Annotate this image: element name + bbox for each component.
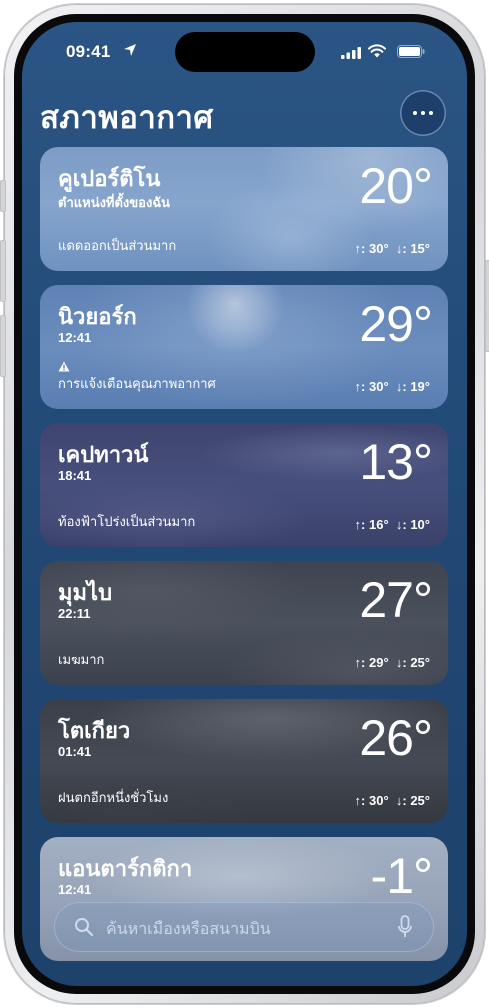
high-low-temperature: ↑: 30° ↓: 25° <box>355 793 430 808</box>
high-low-temperature: ↑: 30° ↓: 19° <box>355 379 430 394</box>
high-temp: ↑: 30° <box>354 241 389 256</box>
city-card-mumbai[interactable]: มุมไบ 22:11 27° เมฆมาก ↑: 29° ↓: 25° <box>40 561 448 685</box>
more-options-button[interactable] <box>400 90 446 136</box>
high-temp: ↑: 30° <box>354 793 389 808</box>
high-temp: ↑: 16° <box>354 517 389 532</box>
high-temp: ↑: 30° <box>354 379 389 394</box>
weather-app-screen: 09:41 สภาพอากาศ คูเปอร์ติโน ตำแหน่งที่ตั… <box>22 22 467 986</box>
ellipsis-icon-dot <box>429 111 433 115</box>
ellipsis-icon-dot <box>421 111 425 115</box>
status-bar: 09:41 <box>22 22 467 78</box>
dynamic-island <box>175 32 315 72</box>
wifi-icon <box>368 44 386 58</box>
weather-condition: แดดออกเป็นส่วนมาก <box>58 238 177 253</box>
city-subtitle: 12:41 <box>58 330 92 345</box>
high-temp: ↑: 29° <box>354 655 389 670</box>
current-temperature: 27° <box>359 572 433 628</box>
current-temperature: 26° <box>359 710 433 766</box>
volume-up-button <box>0 240 6 302</box>
city-card-cape-town[interactable]: เคปทาวน์ 18:41 13° ท้องฟ้าโปร่งเป็นส่วนม… <box>40 423 448 547</box>
city-subtitle: 12:41 <box>58 882 92 897</box>
low-temp: ↓: 25° <box>395 655 430 670</box>
city-card-new-york[interactable]: นิวยอร์ก 12:41 29° การแจ้งเตือนคุณภาพอาก… <box>40 285 448 409</box>
location-arrow-icon <box>124 44 136 56</box>
warning-triangle-icon <box>58 361 70 372</box>
city-card-cupertino[interactable]: คูเปอร์ติโน ตำแหน่งที่ตั้งของฉัน 20° แดด… <box>40 147 448 271</box>
high-low-temperature: ↑: 30° ↓: 15° <box>355 241 430 256</box>
volume-down-button <box>0 315 6 377</box>
current-temperature: 20° <box>359 158 433 214</box>
high-low-temperature: ↑: 29° ↓: 25° <box>355 655 430 670</box>
city-name: โตเกียว <box>58 718 131 743</box>
action-button <box>0 180 6 212</box>
city-card-tokyo[interactable]: โตเกียว 01:41 26° ฝนตกอีกหนึ่งชั่วโมง ↑:… <box>40 699 448 823</box>
status-time: 09:41 <box>66 42 111 61</box>
current-temperature: 13° <box>359 434 433 490</box>
page-title: สภาพอากาศ <box>40 100 214 135</box>
city-name: มุมไบ <box>58 580 113 605</box>
weather-condition: การแจ้งเตือนคุณภาพอากาศ <box>58 376 216 391</box>
current-temperature: 29° <box>359 296 433 352</box>
city-name: เคปทาวน์ <box>58 442 149 467</box>
search-placeholder: ค้นหาเมืองหรือสนามบิน <box>106 921 271 938</box>
city-subtitle: 18:41 <box>58 468 92 483</box>
city-name: แอนตาร์กติกา <box>58 856 193 881</box>
low-temp: ↓: 19° <box>395 379 430 394</box>
weather-condition: เมฆมาก <box>58 652 105 667</box>
ellipsis-icon <box>413 111 417 115</box>
city-name: คูเปอร์ติโน <box>58 166 161 191</box>
low-temp: ↓: 15° <box>395 241 430 256</box>
side-button <box>485 260 489 352</box>
low-temp: ↓: 25° <box>395 793 430 808</box>
cellular-signal-icon <box>341 47 361 59</box>
city-subtitle: 01:41 <box>58 744 92 759</box>
low-temp: ↓: 10° <box>395 517 430 532</box>
microphone-icon[interactable] <box>398 915 412 939</box>
high-low-temperature: ↑: 16° ↓: 10° <box>355 517 430 532</box>
current-temperature: -1° <box>370 848 433 904</box>
city-subtitle: 22:11 <box>58 606 91 621</box>
battery-icon <box>397 45 425 58</box>
weather-condition: ท้องฟ้าโปร่งเป็นส่วนมาก <box>58 514 196 529</box>
search-field[interactable]: ค้นหาเมืองหรือสนามบิน <box>54 902 434 952</box>
city-subtitle: ตำแหน่งที่ตั้งของฉัน <box>58 195 171 210</box>
magnifier-icon <box>75 918 94 937</box>
weather-condition: ฝนตกอีกหนึ่งชั่วโมง <box>58 790 169 805</box>
city-name: นิวยอร์ก <box>58 304 137 329</box>
